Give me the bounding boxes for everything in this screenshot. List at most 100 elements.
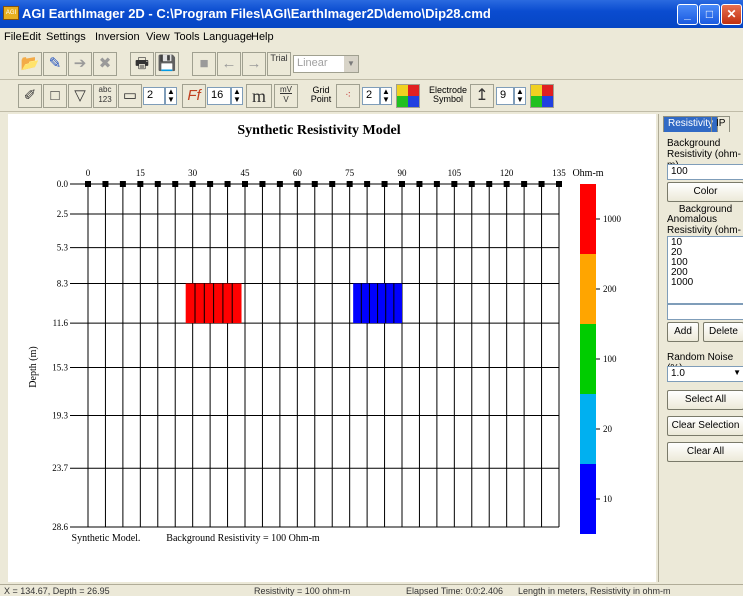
electrode-marker: [259, 181, 266, 187]
line-width-spinner[interactable]: ▲ ▼: [165, 87, 177, 105]
minimize-button[interactable]: _: [677, 4, 698, 25]
x-tick-label: 15: [136, 168, 146, 178]
grid-point-spinner[interactable]: ▲ ▼: [380, 87, 392, 105]
electrode-color-icon[interactable]: [530, 84, 554, 108]
electrode-spinner[interactable]: ▲ ▼: [514, 87, 526, 105]
forward-icon[interactable]: ➔: [68, 52, 92, 76]
noise-select[interactable]: 1.0 ▼: [667, 366, 743, 382]
background-resistivity-input[interactable]: 100: [667, 164, 743, 180]
x-tick-label: 120: [500, 168, 514, 178]
y-tick-label: 15.3: [52, 362, 68, 372]
electrode-marker: [538, 181, 545, 187]
menu-inversion[interactable]: Inversion: [95, 31, 140, 43]
unit-mv-button[interactable]: mV V: [274, 84, 298, 108]
tab-resistivity[interactable]: Resistivity: [663, 116, 719, 132]
label-toggle-button[interactable]: abc 123: [93, 84, 117, 108]
electrode-marker: [119, 181, 126, 187]
delete-button[interactable]: Delete: [703, 322, 743, 342]
square-icon[interactable]: ■: [192, 52, 216, 76]
chevron-down-icon: ▼: [344, 56, 358, 72]
clear-all-button[interactable]: Clear All: [667, 442, 743, 462]
electrode-marker: [346, 181, 353, 187]
electrode-marker: [503, 181, 510, 187]
num-label: 123: [98, 95, 112, 104]
trial-button[interactable]: Trial: [267, 52, 291, 76]
y-tick-label: 23.7: [52, 463, 68, 473]
edit-file-icon[interactable]: ✎: [43, 52, 67, 76]
font-size-spinner[interactable]: ▲ ▼: [231, 87, 243, 105]
y-tick-label: 8.3: [57, 279, 69, 289]
maximize-button[interactable]: □: [699, 4, 720, 25]
colorbar-segment: [580, 394, 596, 464]
stop-icon[interactable]: ✖: [93, 52, 117, 76]
y-tick-label: 5.3: [57, 243, 69, 253]
polygon-icon[interactable]: ▽: [68, 84, 92, 108]
unit-meter-button[interactable]: m: [246, 84, 272, 108]
colorbar: 1000 200 100 20 10: [580, 184, 622, 534]
y-tick-label: 19.3: [52, 410, 68, 420]
close-button[interactable]: ✕: [721, 4, 742, 25]
y-tick-label: 0.0: [57, 179, 69, 189]
abc-label: abc: [98, 85, 112, 94]
add-button[interactable]: Add: [667, 322, 699, 342]
status-resistivity: Resistivity = 100 ohm-m: [254, 586, 351, 596]
font-size-input[interactable]: 16: [207, 87, 231, 105]
line-width-icon[interactable]: ▭: [118, 84, 142, 108]
anomalous-value-input[interactable]: [667, 304, 743, 320]
grid-point-style-icon[interactable]: ⁖: [336, 84, 360, 108]
y-tick-label: 11.6: [53, 318, 69, 328]
status-coords: X = 134.67, Depth = 26.95: [4, 586, 110, 596]
list-item[interactable]: 1000: [671, 278, 740, 288]
electrode-marker: [468, 181, 475, 187]
print-icon[interactable]: 🖶: [130, 52, 154, 76]
trial-label: Trial: [270, 53, 288, 63]
menu-help[interactable]: Help: [251, 31, 274, 43]
menu-view[interactable]: View: [146, 31, 170, 43]
arrow-left-icon[interactable]: ←: [217, 52, 241, 76]
freehand-icon[interactable]: ✐: [18, 84, 42, 108]
anomalous-resistivity-list[interactable]: 10 20 100 200 1000: [667, 236, 743, 304]
color-background-button[interactable]: Color Background: [667, 182, 743, 215]
menu-language[interactable]: Language: [203, 31, 252, 43]
clear-selection-button[interactable]: Clear Selection: [667, 416, 743, 436]
model-canvas[interactable]: Synthetic Resistivity Model Depth (m) Sy…: [8, 114, 656, 582]
menu-tools[interactable]: Tools: [174, 31, 200, 43]
menu-edit[interactable]: Edit: [22, 31, 41, 43]
colorbar-segment: [580, 464, 596, 534]
electrode-pin-icon[interactable]: ↥: [470, 84, 494, 108]
method-select[interactable]: Linear ▼: [293, 55, 359, 73]
method-value: Linear: [297, 57, 328, 69]
colorbar-segment: [580, 254, 596, 324]
colorbar-label: 1000: [603, 214, 622, 224]
font-icon[interactable]: Ff: [182, 84, 206, 108]
save-icon[interactable]: 💾: [155, 52, 179, 76]
electrode-marker: [85, 181, 91, 187]
v-label: V: [283, 95, 289, 104]
rectangle-icon[interactable]: □: [43, 84, 67, 108]
electrode-symbol-label: Electrode Symbol: [428, 86, 468, 104]
menu-file[interactable]: File: [4, 31, 22, 43]
electrode-marker: [486, 181, 493, 187]
electrode-marker: [276, 181, 283, 187]
grid-point-label: Grid Point: [308, 86, 334, 104]
electrode-size-input[interactable]: 9: [496, 87, 514, 105]
grid-point-size-input[interactable]: 2: [362, 87, 380, 105]
noise-value: 1.0: [671, 368, 685, 379]
resistivity-model-plot[interactable]: Synthetic Resistivity Model Depth (m) Sy…: [8, 114, 656, 582]
electrode-marker: [172, 181, 179, 187]
electrode-marker: [451, 181, 458, 187]
open-folder-icon[interactable]: 📂: [18, 52, 42, 76]
select-all-button[interactable]: Select All: [667, 390, 743, 410]
tab-ip[interactable]: IP: [711, 116, 731, 132]
electrode-marker: [224, 181, 231, 187]
colorbar-label: 100: [603, 354, 617, 364]
line-width-input[interactable]: 2: [143, 87, 165, 105]
colorbar-title: Ohm-m: [572, 168, 603, 179]
electrode-marker: [207, 181, 214, 187]
electrode-marker: [416, 181, 423, 187]
grid-point-color-icon[interactable]: [396, 84, 420, 108]
electrode-marker: [433, 181, 440, 187]
drawing-toolbar: ✐ □ ▽ abc 123 ▭ 2 ▲ ▼ Ff 16 ▲ ▼ m mV V Gri…: [0, 80, 743, 112]
menu-settings[interactable]: Settings: [46, 31, 86, 43]
arrow-right-icon[interactable]: →: [242, 52, 266, 76]
